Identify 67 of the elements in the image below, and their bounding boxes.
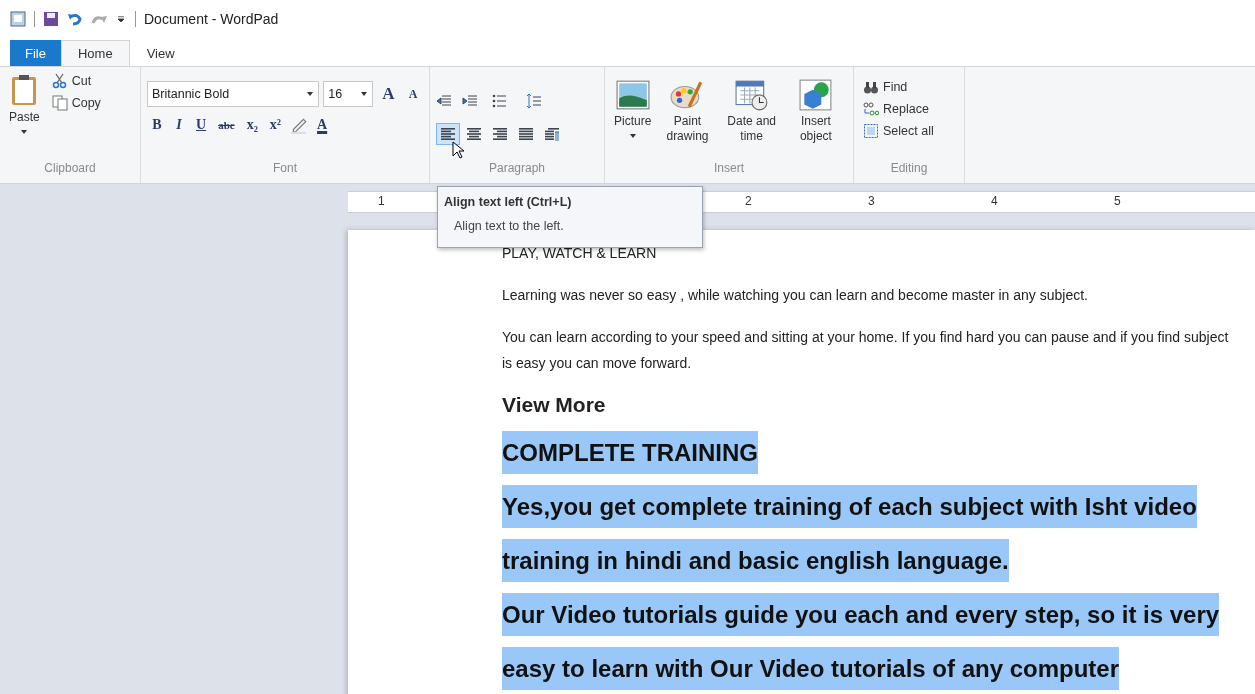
italic-button[interactable]: I [169, 115, 189, 135]
ruler-number: 3 [868, 194, 875, 208]
date-insert-button[interactable]: Date and time [720, 77, 783, 161]
font-family-dropdown[interactable]: Britannic Bold [147, 81, 320, 107]
replace-icon [863, 101, 879, 117]
bold-button[interactable]: B [147, 115, 167, 135]
document-heading: View More [502, 392, 607, 418]
scissors-icon [51, 73, 68, 89]
caret-icon [20, 128, 29, 136]
mouse-pointer-icon [452, 141, 466, 161]
align-justify-icon [518, 126, 534, 142]
tooltip-title: Align text left (Ctrl+L) [444, 195, 573, 209]
ruler-number: 5 [1114, 194, 1121, 208]
ruler-number: 2 [745, 194, 752, 208]
paragraph-direction-icon [544, 126, 560, 142]
selectall-button[interactable]: Select all [860, 121, 958, 141]
save-icon [43, 11, 59, 27]
ruler-number: 4 [991, 194, 998, 208]
wordpad-app-icon [10, 11, 26, 27]
paint-palette-icon [670, 79, 705, 111]
document-paragraph: You can learn according to your speed and sitting at your home. If you find hard you can pause and if you find subject is easy you can move forward. [502, 328, 1230, 373]
copy-icon [51, 95, 68, 111]
caret-icon [628, 132, 637, 140]
alignment-button[interactable] [436, 123, 460, 145]
paint-insert-button[interactable]: Paint drawing [656, 77, 719, 161]
ruler-number: 1 [378, 194, 385, 208]
caret-icon [360, 90, 369, 98]
binoculars-icon [863, 79, 879, 95]
document-paragraph: PLAY, WATCH & LEARN [502, 244, 658, 263]
paste-button[interactable]: Paste [6, 71, 43, 161]
find-button[interactable]: Find [860, 77, 958, 97]
decrease-indent-icon [436, 93, 452, 109]
align-left-icon [440, 126, 456, 142]
picture-insert-button[interactable]: Picture [611, 77, 655, 161]
undo-icon [67, 11, 83, 27]
shrink-font-button[interactable]: A [403, 84, 423, 104]
align-right-icon [492, 126, 508, 142]
document-paragraph: Learning was never so easy , while watching you can learn and become master in any subject. [502, 286, 1089, 305]
object-insert-button[interactable]: Insert object [784, 77, 847, 161]
strike-button[interactable]: abc [213, 117, 240, 133]
sub-button[interactable]: x₂ [241, 115, 263, 135]
file-menu-tab[interactable]: File [10, 40, 61, 66]
caret-icon [306, 90, 315, 98]
align-center-icon [466, 126, 482, 142]
landscape-picture-icon [615, 79, 650, 111]
group-label: Insert [713, 161, 745, 177]
group-label: Paragraph [487, 161, 546, 177]
underline-button[interactable]: U [191, 115, 212, 135]
select-all-icon [863, 123, 879, 139]
font-color-button[interactable]: A [312, 115, 333, 135]
tooltip-text: Align text to the left. [453, 219, 565, 233]
increase-indent-icon [462, 93, 478, 109]
ribbon-tab[interactable]: Home [60, 40, 130, 66]
sup-button[interactable]: x² [264, 115, 287, 135]
ribbon-tab[interactable]: View [129, 40, 192, 66]
replace-button[interactable]: Replace [860, 99, 958, 119]
font-size-dropdown[interactable]: 16 [323, 81, 374, 107]
group-label: Editing [889, 161, 929, 177]
window-title: Document - WordPad [144, 11, 279, 27]
cut-button[interactable]: Cut [48, 71, 104, 91]
document-paragraph: COMPLETE TRAINING [502, 426, 1227, 480]
group-label: Clipboard [43, 161, 97, 177]
calendar-clock-icon [734, 79, 769, 111]
copy-button[interactable]: Copy [48, 93, 104, 113]
group-label: Font [272, 161, 298, 177]
redo-icon [91, 14, 107, 24]
grow-font-button[interactable]: A [377, 82, 399, 106]
